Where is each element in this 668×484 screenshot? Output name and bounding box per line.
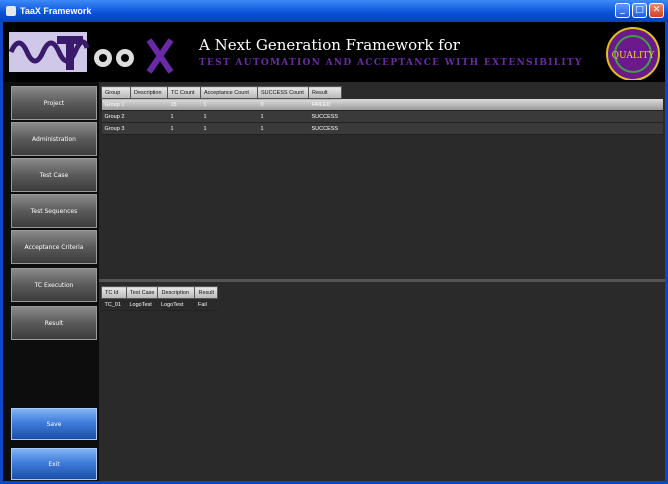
cell-acceptance-count: 1 — [200, 110, 258, 123]
test-cases-table: TC Id Test Case Description Result TC_01… — [101, 286, 219, 311]
cell-group: Group 2 — [101, 110, 131, 123]
cell-success-count: 1 — [257, 110, 309, 123]
close-icon[interactable]: ✕ — [649, 3, 664, 18]
table-row[interactable]: Group 2 1 1 1 SUCCESS — [101, 110, 663, 123]
cell-acceptance-count: 1 — [200, 122, 258, 135]
cell-tc-count: 1 — [167, 122, 201, 135]
column-header-acceptance-count[interactable]: Acceptance Count — [200, 86, 258, 99]
splitter[interactable] — [99, 279, 665, 282]
app-icon — [6, 6, 16, 16]
title-bar[interactable]: TaaX Framework _ □ ✕ — [0, 0, 668, 22]
column-header-tc-count[interactable]: TC Count — [167, 86, 201, 99]
nav-administration-button[interactable]: Administration — [11, 122, 97, 156]
maximize-icon[interactable]: □ — [632, 3, 647, 18]
cell-description — [130, 110, 168, 123]
app-window: TaaX Framework _ □ ✕ A Next Generation F… — [0, 0, 668, 484]
nav-result-button[interactable]: Result — [11, 306, 97, 340]
column-header-test-case[interactable]: Test Case — [125, 286, 159, 299]
exit-button[interactable]: Exit — [11, 448, 97, 480]
cell-result: FAILED — [308, 98, 342, 111]
banner-tagline: A Next Generation Framework for — [199, 36, 460, 54]
badge-text: QUALITY — [612, 51, 656, 61]
cell-result: SUCCESS — [308, 110, 342, 123]
cell-description: LogoTest — [157, 298, 195, 311]
quality-badge: QUALITY — [606, 27, 660, 80]
cell-tc-count: 1 — [167, 110, 201, 123]
cell-success-count: 1 — [257, 122, 309, 135]
sidebar-nav: Project Administration Test Case Test Se… — [3, 82, 99, 481]
nav-test-sequences-button[interactable]: Test Sequences — [11, 194, 97, 228]
cell-tc-count: 15 — [167, 98, 201, 111]
table-row[interactable]: Group 3 1 1 1 SUCCESS — [101, 122, 663, 135]
taax-logo — [9, 32, 174, 74]
nav-acceptance-criteria-button[interactable]: Acceptance Criteria — [11, 230, 97, 264]
cell-group: Group 1 — [101, 98, 131, 111]
column-header-description[interactable]: Description — [130, 86, 168, 99]
cell-test-case: LogoTest — [126, 298, 158, 311]
groups-table: Group Description TC Count Acceptance Co… — [101, 86, 663, 135]
nav-test-case-button[interactable]: Test Case — [11, 158, 97, 192]
column-header-tc-id[interactable]: TC Id — [101, 286, 127, 299]
cell-result: Fail — [194, 298, 218, 311]
cell-tc-id: TC_01 — [101, 298, 127, 311]
column-header-success-count[interactable]: SUCCESS Count — [257, 86, 309, 99]
cell-acceptance-count: 1 — [200, 98, 258, 111]
column-header-result[interactable]: Result — [194, 286, 219, 299]
main-content: Group Description TC Count Acceptance Co… — [99, 82, 665, 481]
cell-result: SUCCESS — [308, 122, 342, 135]
cell-group: Group 3 — [101, 122, 131, 135]
cell-description — [130, 122, 168, 135]
cell-success-count: 0 — [257, 98, 309, 111]
save-button[interactable]: Save — [11, 408, 97, 440]
table-row[interactable]: Group 1 15 1 0 FAILED — [101, 98, 663, 111]
banner-subtagline: TEST AUTOMATION AND ACCEPTANCE WITH EXTE… — [199, 58, 583, 68]
cell-description — [130, 98, 168, 111]
nav-tc-execution-button[interactable]: TC Execution — [11, 268, 97, 302]
column-header-group[interactable]: Group — [101, 86, 131, 99]
table-row[interactable]: TC_01 LogoTest LogoTest Fail — [101, 298, 218, 311]
column-header-result[interactable]: Result — [308, 86, 342, 99]
window-title: TaaX Framework — [20, 6, 92, 16]
nav-project-button[interactable]: Project — [11, 86, 97, 120]
minimize-icon[interactable]: _ — [615, 3, 630, 18]
header-banner: A Next Generation Framework for TEST AUT… — [3, 22, 665, 82]
column-header-description[interactable]: Description — [157, 286, 196, 299]
